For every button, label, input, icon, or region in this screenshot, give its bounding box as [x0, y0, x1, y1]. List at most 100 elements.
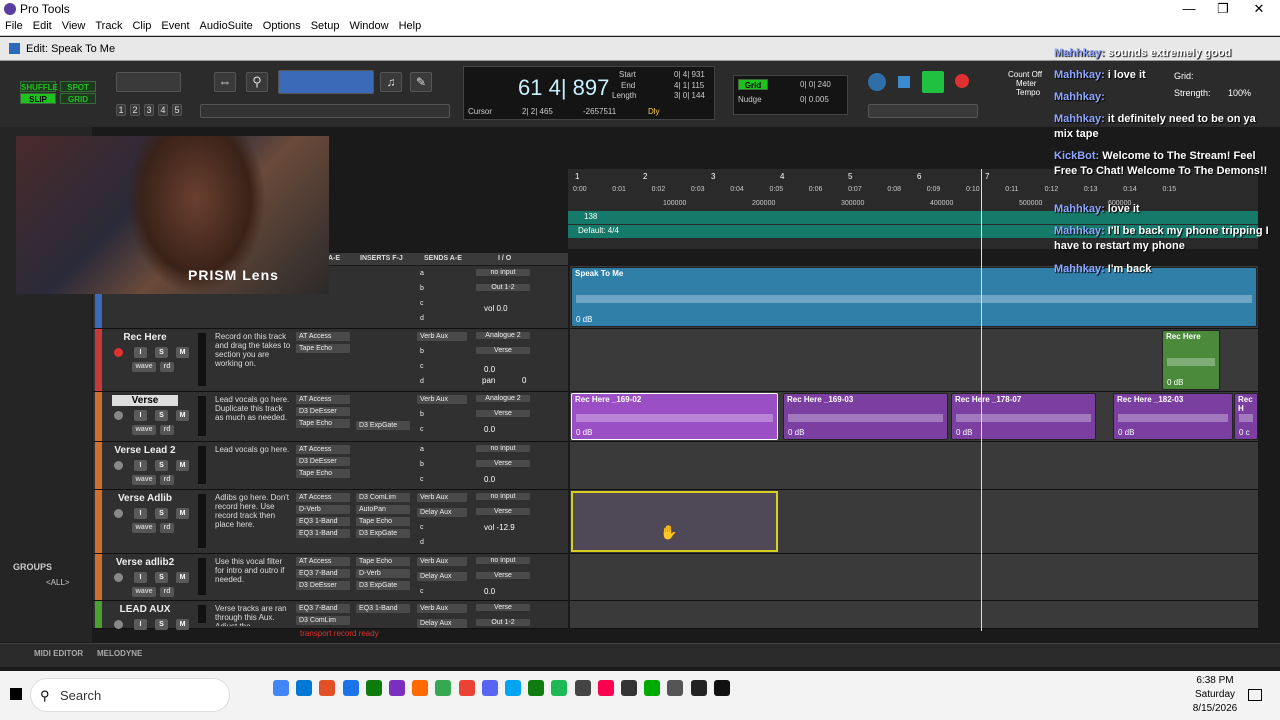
send-slot[interactable]: c — [417, 299, 467, 308]
waveform-view-selector[interactable]: wave — [132, 587, 156, 597]
taskbar-app-icon[interactable] — [621, 680, 637, 696]
send-slot[interactable]: d — [417, 314, 467, 323]
track-comments[interactable]: Lead vocals go here. — [215, 445, 293, 487]
zoom-preset-4[interactable]: 4 — [158, 104, 168, 116]
read-automation-selector[interactable]: rd — [160, 523, 174, 533]
menu-window[interactable]: Window — [344, 18, 393, 34]
send-slot[interactable]: Delay Aux — [417, 619, 467, 628]
taskbar-app-icon[interactable] — [273, 680, 289, 696]
solo-button[interactable]: S — [155, 572, 168, 583]
send-slot[interactable]: c — [417, 523, 467, 532]
send-slot[interactable]: Verb Aux — [417, 395, 467, 404]
read-automation-selector[interactable]: rd — [160, 475, 174, 485]
insert-slot[interactable]: Tape Echo — [356, 557, 410, 566]
insert-slot[interactable]: EQ3 7-Band — [296, 604, 350, 613]
track-name[interactable]: Verse adlib2 — [112, 557, 178, 568]
insert-slot[interactable]: EQ3 1-Band — [356, 604, 410, 613]
volume-value[interactable]: vol 0.0 — [484, 304, 508, 313]
waveform-view-selector[interactable]: wave — [132, 362, 156, 372]
transport-nav-buttons[interactable] — [868, 104, 978, 118]
output-selector[interactable]: Verse — [476, 460, 530, 467]
track-name[interactable]: Verse Adlib — [112, 493, 178, 504]
insert-slot[interactable]: D3 ExpGate — [356, 581, 410, 590]
input-monitor-button[interactable]: I — [134, 572, 147, 583]
taskbar-app-icon[interactable] — [296, 680, 313, 696]
count-off-label[interactable]: Count Off — [1008, 70, 1042, 79]
shuffle-button[interactable]: SHUFFLE — [20, 81, 58, 92]
pencil-icon[interactable]: ✎ — [410, 72, 432, 92]
zoom-preset-3[interactable]: 3 — [144, 104, 154, 116]
spot-button[interactable]: SPOT — [60, 81, 96, 92]
record-enable-button[interactable] — [114, 620, 123, 629]
volume-value[interactable]: 0.0 — [484, 587, 495, 596]
zoom-preset-5[interactable]: 5 — [172, 104, 182, 116]
read-automation-selector[interactable]: rd — [160, 425, 174, 435]
taskbar-app-icon[interactable] — [342, 680, 359, 696]
insert-slot[interactable]: D3 DeEsser — [296, 581, 350, 590]
track-color-strip[interactable] — [95, 329, 102, 391]
mute-button[interactable]: M — [176, 572, 189, 583]
clip-gain[interactable]: 0 dB — [788, 428, 804, 437]
magnifier-icon[interactable]: ⚲ — [246, 72, 268, 92]
volume-value[interactable]: 0.0 — [484, 425, 495, 434]
edit-mode-buttons[interactable] — [200, 104, 450, 118]
insert-slot[interactable]: D3 ExpGate — [356, 529, 410, 538]
insert-slot[interactable]: AT Access — [296, 557, 350, 566]
read-automation-selector[interactable]: rd — [160, 587, 174, 597]
send-slot[interactable]: a — [417, 269, 467, 278]
mute-button[interactable]: M — [176, 347, 189, 358]
solo-button[interactable]: S — [155, 508, 168, 519]
record-enable-button[interactable] — [114, 411, 123, 420]
track-color-strip[interactable] — [95, 490, 102, 553]
taskbar-time[interactable]: 6:38 PM — [1190, 675, 1240, 686]
insert-slot[interactable]: Tape Echo — [356, 517, 410, 526]
menu-help[interactable]: Help — [394, 18, 427, 34]
track-comments[interactable]: Adlibs go here. Don't record here. Use r… — [215, 493, 293, 551]
input-monitor-button[interactable]: I — [134, 460, 147, 471]
insert-slot[interactable]: AT Access — [296, 445, 350, 454]
zoom-controls[interactable] — [116, 72, 181, 92]
audio-clip[interactable]: Rec Here _169-03 0 dB — [783, 393, 948, 440]
send-slot[interactable]: Delay Aux — [417, 572, 467, 581]
input-selector[interactable]: no input — [476, 269, 530, 276]
main-counter[interactable]: 61 4| 897 — [518, 75, 609, 101]
grid-mode-button[interactable]: GRID — [60, 93, 96, 104]
clip-gain[interactable]: 0 dB — [576, 428, 592, 437]
track-name[interactable]: Verse Lead 2 — [112, 445, 178, 456]
taskbar-app-icon[interactable] — [412, 680, 429, 696]
mute-button[interactable]: M — [176, 508, 189, 519]
send-slot[interactable]: d — [417, 538, 467, 547]
track-lane[interactable] — [570, 329, 1258, 392]
track-name[interactable]: Verse — [112, 395, 178, 406]
menu-clip[interactable]: Clip — [127, 18, 156, 34]
midi-editor-tab[interactable]: MIDI EDITOR — [34, 649, 83, 658]
output-selector[interactable]: Verse — [476, 347, 530, 354]
input-monitor-button[interactable]: I — [134, 619, 147, 630]
speaker-icon[interactable]: ♫ — [380, 72, 402, 92]
insert-slot[interactable]: D-Verb — [296, 505, 350, 514]
track-comments[interactable]: Lead vocals go here. Duplicate this trac… — [215, 395, 293, 439]
volume-value[interactable]: vol -12.9 — [484, 523, 515, 532]
mute-button[interactable]: M — [176, 460, 189, 471]
track-name[interactable]: Rec Here — [112, 332, 178, 343]
audio-clip[interactable]: Rec Here _169-02 0 dB — [571, 393, 778, 440]
taskbar-app-icon[interactable] — [481, 680, 498, 696]
insert-slot[interactable]: D3 DeEsser — [296, 457, 350, 466]
input-selector[interactable]: Analogue 2 — [476, 332, 530, 339]
start-value[interactable]: 0| 4| 931 — [674, 70, 705, 79]
insert-slot[interactable]: D-Verb — [356, 569, 410, 578]
send-slot[interactable]: Delay Aux — [417, 508, 467, 517]
track-comments[interactable]: Record on this track and drag the takes … — [215, 332, 293, 389]
waveform-view-selector[interactable]: wave — [132, 475, 156, 485]
record-enable-button[interactable] — [114, 573, 123, 582]
insert-slot[interactable]: AT Access — [296, 493, 350, 502]
insert-slot[interactable]: AutoPan — [356, 505, 410, 514]
send-slot[interactable]: Verb Aux — [417, 604, 467, 613]
track-comments[interactable]: Verse tracks are ran through this Aux. A… — [215, 604, 293, 626]
output-selector[interactable]: Verse — [476, 508, 530, 515]
taskbar-app-icon[interactable] — [435, 680, 452, 696]
audio-clip[interactable]: Rec Here _178-07 0 dB — [951, 393, 1096, 440]
maximize-button[interactable]: ❐ — [1206, 0, 1240, 18]
zoomer-tool-icon[interactable]: ⇔ — [214, 72, 236, 92]
solo-button[interactable]: S — [155, 619, 168, 630]
